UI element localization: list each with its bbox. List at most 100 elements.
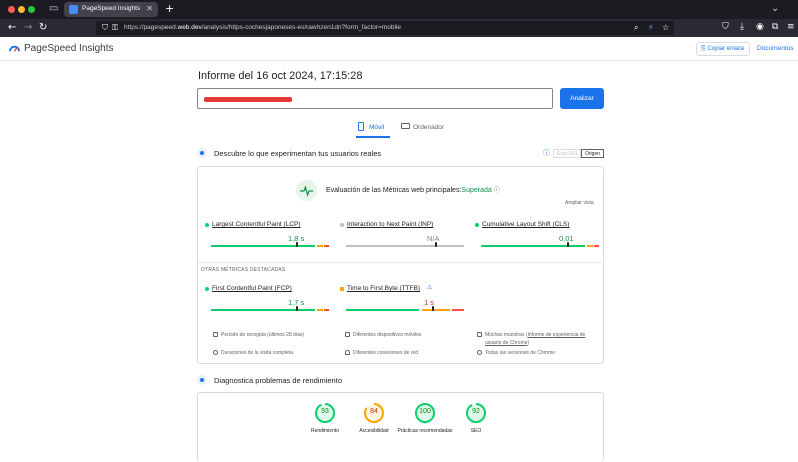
docs-link[interactable]: Documentos	[757, 45, 794, 52]
wifi-icon	[345, 350, 350, 355]
copy-link-button[interactable]: ⎘ Copiar enlace	[696, 42, 750, 56]
distribution-bar	[211, 242, 329, 247]
tab-overflow-icon[interactable]: ⌄	[771, 3, 779, 14]
distribution-segment	[346, 245, 464, 247]
close-tab-icon[interactable]: ✕	[146, 4, 153, 13]
score-gauge-rendimiento[interactable]: 93 Rendimiento	[311, 402, 339, 434]
devices-icon	[345, 332, 350, 337]
bookmark-star-icon[interactable]: ☆	[662, 23, 669, 32]
divider	[198, 262, 602, 263]
calendar-icon	[213, 332, 218, 337]
distribution-segment	[587, 245, 594, 247]
url-input[interactable]	[197, 88, 553, 109]
back-icon[interactable]: ←	[8, 22, 16, 33]
source-toggle: ⓘ Esta URL Origen	[543, 148, 604, 158]
distribution-bar	[211, 306, 329, 311]
experimental-badge-icon[interactable]: ⚠	[427, 284, 432, 291]
minimize-window-button[interactable]	[18, 6, 25, 13]
app-header: PageSpeed Insights ⎘ Copiar enlace Docum…	[0, 37, 798, 61]
expand-view-link[interactable]: Ampliar vista	[565, 200, 594, 206]
chrome-icon	[477, 350, 482, 355]
analyze-button[interactable]: Analizar	[560, 88, 604, 109]
shield-icon[interactable]: ⛉	[102, 23, 108, 33]
metric-name-link[interactable]: Cumulative Layout Shift (CLS)	[482, 221, 569, 228]
distribution-segment	[324, 245, 329, 247]
other-metrics-title: OTRAS MÉTRICAS DESTACADAS	[201, 267, 286, 273]
metric-name-link[interactable]: Interaction to Next Paint (INP)	[347, 221, 433, 228]
distribution-bar	[346, 306, 464, 311]
browser-tab-bar: ▭ PageSpeed Insights ✕ + ⌄	[0, 0, 798, 19]
lab-flask-icon	[197, 375, 207, 385]
brand-title[interactable]: PageSpeed Insights	[24, 43, 114, 54]
status-indicator-icon	[205, 223, 209, 227]
tab-list-icon[interactable]: ▭	[49, 3, 58, 14]
menu-icon[interactable]: ≡	[787, 22, 795, 32]
score-label: SEO	[470, 428, 482, 434]
distribution-segment	[317, 245, 324, 247]
toggle-this-url[interactable]: Esta URL	[553, 149, 581, 158]
downloads-icon[interactable]: ⤓	[740, 22, 744, 32]
score-value: 100	[419, 408, 431, 415]
clock-icon	[213, 350, 218, 355]
score-value: 93	[321, 408, 329, 415]
p75-marker	[295, 242, 298, 247]
extension-bolt-icon[interactable]: ⚡	[648, 23, 654, 32]
close-window-button[interactable]	[8, 6, 15, 13]
tab-mobile[interactable]: Móvil	[356, 120, 390, 138]
metric-name-link[interactable]: Time to First Byte (TTFB)	[347, 285, 420, 292]
score-gauge-seo[interactable]: 92 SEO	[465, 402, 487, 434]
status-indicator-icon	[205, 287, 209, 291]
distribution-segment	[594, 245, 599, 247]
distribution-segment	[317, 309, 324, 311]
distribution-segment	[421, 309, 450, 311]
info-icon[interactable]: ⓘ	[494, 187, 500, 194]
score-gauge-prácticas-recomendadas[interactable]: 100 Prácticas recomendadas	[397, 402, 453, 434]
distribution-segment	[481, 245, 585, 247]
info-icon[interactable]: ⓘ	[543, 148, 550, 158]
status-indicator-icon	[340, 287, 344, 291]
tab-desktop[interactable]: Ordenador	[399, 120, 451, 138]
cwv-status: Superada	[461, 187, 492, 194]
report-title: Informe del 16 oct 2024, 17:15:28	[198, 70, 363, 82]
vitals-pulse-icon	[296, 180, 317, 201]
score-gauge-accesibilidad[interactable]: 84 Accesibilidad	[359, 402, 389, 434]
cwv-assessment: Evaluación de las Métricas web principal…	[326, 187, 500, 194]
tab-title: PageSpeed Insights	[82, 5, 141, 12]
distribution-bar	[481, 242, 599, 247]
forward-icon[interactable]: →	[24, 22, 32, 33]
distribution-segment	[211, 309, 315, 311]
p75-marker	[434, 242, 437, 247]
metric-name-link[interactable]: First Contentful Paint (FCP)	[212, 285, 292, 292]
distribution-segment	[211, 245, 315, 247]
pocket-icon[interactable]: ⛉	[722, 22, 729, 32]
url-text[interactable]: https://pagespeed.web.dev/analysis/https…	[124, 24, 401, 31]
p75-marker	[432, 306, 435, 311]
people-icon	[477, 332, 482, 337]
laptop-icon	[401, 123, 410, 129]
metric-value: N/A	[427, 234, 440, 243]
browser-tab[interactable]: PageSpeed Insights ✕	[64, 2, 158, 17]
extensions-icon[interactable]: ⧉	[772, 22, 778, 32]
new-tab-button[interactable]: +	[165, 2, 174, 15]
users-icon	[197, 148, 207, 158]
p75-marker	[295, 306, 298, 311]
distribution-segment	[346, 309, 420, 311]
address-bar[interactable]: ⛉ ⚿ https://pagespeed.web.dev/analysis/h…	[96, 21, 674, 35]
maximize-window-button[interactable]	[28, 6, 35, 13]
lens-icon[interactable]: ⌕	[634, 23, 638, 33]
status-indicator-icon	[340, 223, 344, 227]
lock-icon[interactable]: ⚿	[112, 23, 118, 33]
toggle-origin[interactable]: Origen	[581, 149, 604, 158]
distribution-segment	[324, 309, 329, 311]
redacted-url-value	[204, 97, 292, 102]
pagespeed-logo-icon	[9, 45, 20, 52]
score-value: 84	[370, 408, 378, 415]
metric-name-link[interactable]: Largest Contentful Paint (LCP)	[212, 221, 301, 228]
distribution-bar	[346, 242, 464, 247]
reload-icon[interactable]: ↻	[39, 22, 47, 33]
p75-marker	[567, 242, 570, 247]
smartphone-icon	[358, 122, 364, 131]
account-icon[interactable]: ◉	[756, 22, 764, 32]
score-value: 92	[472, 408, 480, 415]
device-tabs: Móvil Ordenador	[356, 120, 456, 138]
